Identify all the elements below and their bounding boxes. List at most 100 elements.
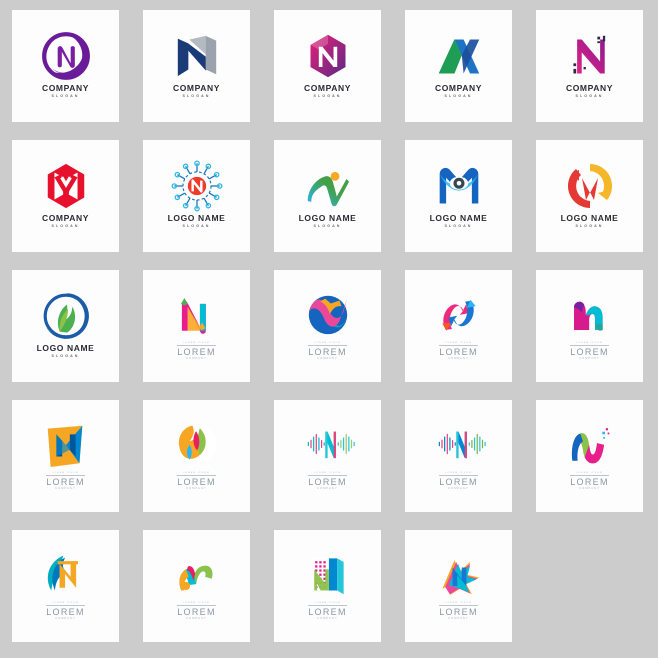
logo-card[interactable]: LOREM IPSUM LOREM COMPANY — [405, 400, 512, 512]
logo-subtitle: COMPANY — [317, 357, 338, 361]
logo-label-group: LOREM IPSUM LOREM COMPANY — [308, 602, 347, 621]
logo-title: COMPANY — [172, 82, 220, 93]
n-hexagon-magenta-purple-icon — [300, 33, 356, 79]
logo-label-group: LOGO NAME SLOGAN — [37, 344, 95, 359]
logo-grid: COMPANY SLOGAN COMPANY SLOGAN COMPANY SLOGAN C… — [0, 0, 658, 658]
logo-card[interactable]: LOREM IPSUM LOREM COMPANY — [274, 400, 381, 512]
n-twin-blob-magenta-teal-icon — [562, 291, 618, 337]
logo-subtitle: COMPANY — [448, 487, 469, 491]
logo-label-group: LOGO NAME SLOGAN — [561, 214, 619, 229]
logo-card[interactable]: COMPANY SLOGAN — [12, 140, 119, 252]
logo-slogan: SLOGAN — [444, 94, 473, 99]
logo-card[interactable]: COMPANY SLOGAN — [536, 10, 643, 122]
logo-subtitle: COMPANY — [317, 617, 338, 621]
logo-label-group: LOREM IPSUM LOREM COMPANY — [177, 602, 216, 621]
logo-pretext: LOREM IPSUM — [576, 342, 603, 345]
logo-card[interactable]: LOGO NAME SLOGAN — [12, 270, 119, 382]
logo-card[interactable]: LOREM IPSUM LOREM COMPANY — [405, 270, 512, 382]
logo-card[interactable]: COMPANY SLOGAN — [274, 10, 381, 122]
n-leaf-wing-orange-teal-icon — [38, 551, 94, 597]
n-eye-blue-icon — [431, 163, 487, 209]
logo-title: LOREM — [46, 475, 85, 487]
n-arrow-swoosh-pink-blue-icon — [431, 291, 487, 337]
logo-card[interactable]: LOGO NAME SLOGAN — [143, 140, 250, 252]
logo-card[interactable]: LOGO NAME SLOGAN — [405, 140, 512, 252]
logo-subtitle: COMPANY — [579, 487, 600, 491]
logo-label-group: LOREM IPSUM LOREM COMPANY — [308, 472, 347, 491]
logo-label-group: LOGO NAME SLOGAN — [299, 214, 357, 229]
logo-pretext: LOREM IPSUM — [314, 342, 341, 345]
logo-title: LOGO NAME — [36, 342, 95, 353]
logo-pretext: LOREM IPSUM — [183, 602, 210, 605]
logo-title: LOREM — [570, 345, 609, 357]
logo-title: COMPANY — [41, 212, 89, 223]
logo-card[interactable]: LOREM IPSUM LOREM COMPANY — [274, 530, 381, 642]
logo-title: LOREM — [439, 345, 478, 357]
logo-card[interactable]: COMPANY SLOGAN — [143, 10, 250, 122]
logo-label-group: LOREM IPSUM LOREM COMPANY — [439, 602, 478, 621]
logo-card[interactable]: LOREM IPSUM LOREM COMPANY — [536, 400, 643, 512]
logo-card[interactable]: LOREM IPSUM LOREM COMPANY — [12, 400, 119, 512]
logo-card[interactable]: LOREM IPSUM LOREM COMPANY — [536, 270, 643, 382]
logo-title: LOGO NAME — [298, 212, 357, 223]
n-pixel-dots-magenta-purple-icon — [562, 33, 618, 79]
logo-title: LOREM — [570, 475, 609, 487]
logo-pretext: LOREM IPSUM — [445, 342, 472, 345]
logo-slogan: SLOGAN — [182, 224, 211, 229]
logo-pretext: LOREM IPSUM — [445, 602, 472, 605]
logo-card[interactable]: LOREM IPSUM LOREM COMPANY — [143, 530, 250, 642]
logo-label-group: LOREM IPSUM LOREM COMPANY — [177, 472, 216, 491]
logo-label-group: LOREM IPSUM LOREM COMPANY — [570, 472, 609, 491]
logo-label-group: COMPANY SLOGAN — [304, 84, 351, 99]
n-ribbon-navy-silver-icon — [169, 33, 225, 79]
logo-slogan: SLOGAN — [444, 224, 473, 229]
logo-card[interactable]: COMPANY SLOGAN — [405, 10, 512, 122]
logo-label-group: COMPANY SLOGAN — [42, 214, 89, 229]
n-soundwave-blue-icon — [431, 421, 487, 467]
n-arrow-circle-red-yellow-icon — [562, 163, 618, 209]
logo-subtitle: COMPANY — [448, 357, 469, 361]
logo-title: LOREM — [177, 475, 216, 487]
logo-label-group: LOREM IPSUM LOREM COMPANY — [177, 342, 216, 361]
logo-pretext: LOREM IPSUM — [314, 602, 341, 605]
logo-title: LOREM — [46, 605, 85, 617]
n-star-burst-multicolor-icon — [431, 551, 487, 597]
logo-title: LOREM — [177, 345, 216, 357]
logo-label-group: COMPANY SLOGAN — [42, 84, 89, 99]
logo-card[interactable]: COMPANY SLOGAN — [12, 10, 119, 122]
n-brush-pixel-green-magenta-icon — [562, 421, 618, 467]
n-swoosh-person-green-blue-icon — [300, 163, 356, 209]
logo-title: LOGO NAME — [167, 212, 226, 223]
logo-pretext: LOREM IPSUM — [576, 472, 603, 475]
logo-card[interactable]: LOGO NAME SLOGAN — [536, 140, 643, 252]
n-origami-orange-blue-icon — [38, 421, 94, 468]
logo-slogan: SLOGAN — [51, 94, 80, 99]
logo-title: LOREM — [439, 605, 478, 617]
logo-title: LOGO NAME — [560, 212, 619, 223]
n-ribbon-pink-teal-icon — [169, 291, 225, 337]
logo-label-group: LOREM IPSUM LOREM COMPANY — [439, 472, 478, 491]
n-script-rainbow-icon — [169, 551, 225, 597]
logo-label-group: COMPANY SLOGAN — [435, 84, 482, 99]
logo-slogan: SLOGAN — [313, 224, 342, 229]
logo-card[interactable]: LOREM IPSUM LOREM COMPANY — [143, 400, 250, 512]
logo-slogan: SLOGAN — [51, 354, 80, 359]
logo-subtitle: COMPANY — [186, 487, 207, 491]
logo-card[interactable]: LOREM IPSUM LOREM COMPANY — [12, 530, 119, 642]
logo-card[interactable]: LOGO NAME SLOGAN — [274, 140, 381, 252]
logo-title: COMPANY — [41, 82, 89, 93]
n-tech-network-nodes-icon — [169, 160, 225, 212]
logo-card[interactable]: LOREM IPSUM LOREM COMPANY — [405, 530, 512, 642]
logo-label-group: LOREM IPSUM LOREM COMPANY — [439, 342, 478, 361]
n-sphere-leaf-multicolor-icon — [169, 421, 225, 467]
logo-pretext: LOREM IPSUM — [314, 472, 341, 475]
logo-pretext: LOREM IPSUM — [52, 602, 79, 605]
logo-pretext: LOREM IPSUM — [52, 472, 79, 475]
logo-card[interactable]: LOREM IPSUM LOREM COMPANY — [274, 270, 381, 382]
n-circle-brush-purple-icon — [38, 32, 94, 80]
logo-card[interactable]: LOREM IPSUM LOREM COMPANY — [143, 270, 250, 382]
logo-slogan: SLOGAN — [51, 224, 80, 229]
logo-subtitle: COMPANY — [186, 357, 207, 361]
logo-title: LOREM — [308, 475, 347, 487]
logo-title: COMPANY — [303, 82, 351, 93]
